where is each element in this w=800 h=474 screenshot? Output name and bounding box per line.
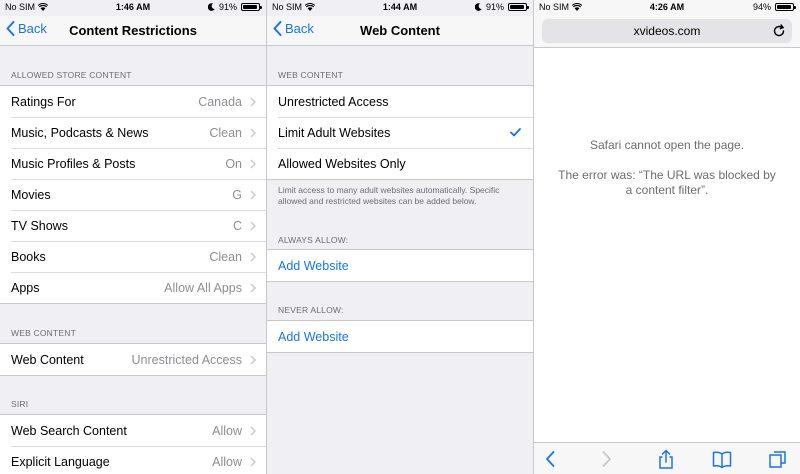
tabs-icon[interactable]: [768, 449, 788, 469]
row-web-search-content[interactable]: Web Search Content Allow: [0, 415, 266, 446]
safari-toolbar: [534, 442, 800, 474]
chevron-right-icon: [250, 457, 256, 466]
battery-percent: 91%: [485, 2, 504, 12]
section-header-web-content: WEB CONTENT: [278, 70, 344, 80]
moon-icon: [474, 3, 482, 11]
back-button[interactable]: Back: [273, 21, 314, 36]
section-header-never-allow: NEVER ALLOW:: [278, 305, 344, 315]
error-detail: The error was: “The URL was blocked by a…: [558, 168, 776, 197]
row-music-podcasts-news[interactable]: Music, Podcasts & News Clean: [0, 117, 266, 148]
battery-percent: 91%: [218, 2, 237, 12]
option-limit-adult-websites[interactable]: Limit Adult Websites: [267, 117, 533, 148]
back-label: Back: [18, 21, 47, 36]
row-web-content[interactable]: Web Content Unrestricted Access: [0, 344, 266, 375]
battery-percent: 94%: [752, 2, 771, 12]
option-unrestricted-access[interactable]: Unrestricted Access: [267, 86, 533, 117]
url-text: xvideos.com: [633, 24, 701, 38]
battery-icon: [508, 3, 529, 11]
row-movies[interactable]: Movies G: [0, 179, 266, 210]
chevron-right-icon: [250, 128, 256, 137]
section-header-always-allow: ALWAYS ALLOW:: [278, 235, 349, 245]
chevron-right-icon: [250, 426, 256, 435]
address-bar-area: xvideos.com: [534, 16, 800, 48]
battery-icon: [241, 3, 262, 11]
moon-icon: [207, 3, 215, 11]
chevron-right-icon: [250, 97, 256, 106]
web-content-footer: Limit access to many adult websites auto…: [278, 185, 500, 206]
share-icon[interactable]: [656, 449, 676, 469]
web-content-screen: No SIM 1:44 AM 91% Back Web Content WEB …: [267, 0, 533, 474]
chevron-left-icon: [6, 21, 15, 36]
always-allow-group: Add Website: [267, 249, 533, 282]
bookmarks-icon[interactable]: [712, 449, 732, 469]
chevron-right-icon: [250, 252, 256, 261]
reload-icon[interactable]: [772, 24, 786, 38]
nav-bar: Back Content Restrictions: [0, 16, 266, 46]
content-restrictions-screen: No SIM 1:46 AM 91% Back Content Restrict…: [0, 0, 266, 474]
chevron-left-icon: [273, 21, 282, 36]
siri-group: Web Search Content Allow Explicit Languag…: [0, 414, 266, 474]
row-ratings-for[interactable]: Ratings For Canada: [0, 86, 266, 117]
never-allow-group: Add Website: [267, 320, 533, 353]
battery-icon: [775, 3, 796, 11]
checkmark-icon: [510, 128, 521, 137]
row-books[interactable]: Books Clean: [0, 241, 266, 272]
chevron-right-icon: [250, 283, 256, 292]
web-content-group: Web Content Unrestricted Access: [0, 343, 266, 376]
row-apps[interactable]: Apps Allow All Apps: [0, 272, 266, 303]
web-content-options: Unrestricted Access Limit Adult Websites…: [267, 85, 533, 180]
nav-bar: Back Web Content: [267, 16, 533, 46]
section-header-allowed-store: ALLOWED STORE CONTENT: [11, 70, 132, 80]
option-allowed-websites-only[interactable]: Allowed Websites Only: [267, 148, 533, 179]
address-bar[interactable]: xvideos.com: [542, 19, 792, 43]
forward-arrow-icon[interactable]: [596, 449, 616, 469]
row-explicit-language[interactable]: Explicit Language Allow: [0, 446, 266, 474]
chevron-right-icon: [250, 159, 256, 168]
status-bar: No SIM 4:26 AM 94%: [534, 0, 800, 16]
status-bar: No SIM 1:46 AM 91%: [0, 0, 266, 16]
add-website-always-allow[interactable]: Add Website: [267, 250, 533, 281]
section-header-web-content: WEB CONTENT: [11, 328, 77, 338]
row-tv-shows[interactable]: TV Shows C: [0, 210, 266, 241]
add-website-never-allow[interactable]: Add Website: [267, 321, 533, 352]
section-header-siri: SIRI: [11, 399, 29, 409]
status-bar: No SIM 1:44 AM 91%: [267, 0, 533, 16]
safari-screen: No SIM 4:26 AM 94% xvideos.com Safari ca…: [534, 0, 800, 474]
back-label: Back: [285, 21, 314, 36]
chevron-right-icon: [250, 221, 256, 230]
row-music-profiles-posts[interactable]: Music Profiles & Posts On: [0, 148, 266, 179]
chevron-right-icon: [250, 190, 256, 199]
chevron-right-icon: [250, 355, 256, 364]
back-arrow-icon[interactable]: [541, 449, 561, 469]
back-button[interactable]: Back: [6, 21, 47, 36]
allowed-store-group: Ratings For Canada Music, Podcasts & News…: [0, 85, 266, 304]
error-title: Safari cannot open the page.: [589, 138, 745, 152]
